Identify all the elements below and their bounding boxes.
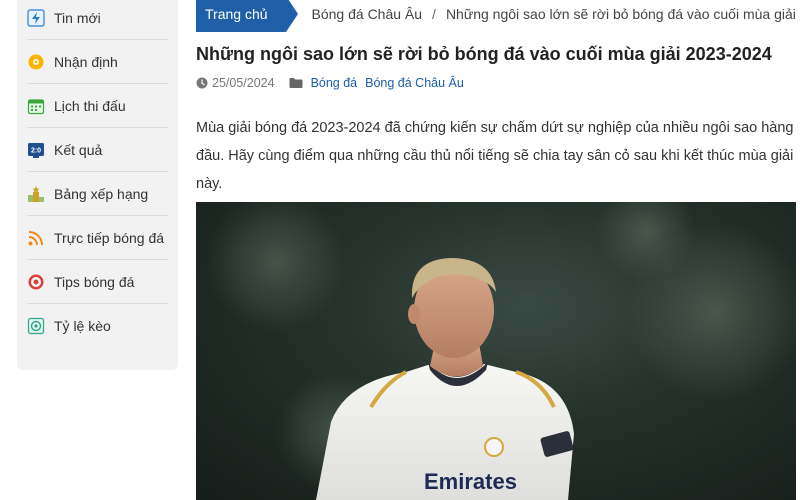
lightning-icon (27, 8, 45, 27)
sidebar-item-lich-thi-dau[interactable]: Lịch thi đấu (27, 84, 168, 128)
scoreboard-icon: 2:0 (27, 141, 45, 159)
sidebar-item-tin-moi[interactable]: Tin mới (27, 0, 168, 40)
article-meta: 25/05/2024 Bóng đá Bóng đá Châu Âu (196, 76, 472, 90)
sidebar-item-label: Kết quả (54, 141, 103, 158)
player-illustration: Emirates (206, 202, 796, 500)
article-category-link[interactable]: Bóng đá (311, 76, 358, 90)
sidebar-item-label: Tips bóng đá (54, 273, 135, 290)
clock-icon (196, 77, 208, 89)
article-category-link[interactable]: Bóng đá Châu Âu (365, 76, 464, 90)
breadcrumb-current: Những ngôi sao lớn sẽ rời bỏ bóng đá vào… (445, 6, 800, 22)
breadcrumb: Trang chủ Bóng đá Châu Âu / Những ngôi s… (196, 0, 800, 32)
breadcrumb-category-link[interactable]: Bóng đá Châu Âu (312, 6, 423, 22)
shirt-sponsor-text: Emirates (424, 469, 517, 494)
sidebar-item-label: Nhận định (54, 53, 118, 70)
sidebar-item-label: Lịch thi đấu (54, 97, 126, 114)
rss-icon (27, 229, 45, 247)
folder-icon (289, 77, 303, 89)
sidebar-item-bang-xep-hang[interactable]: Bảng xếp hạng (27, 172, 168, 216)
soccer-ball-icon (27, 53, 45, 71)
odds-icon (27, 317, 45, 335)
sidebar-item-label: Tin mới (54, 9, 101, 26)
sidebar-item-label: Trực tiếp bóng đá (54, 229, 165, 246)
sidebar-item-label: Tỷ lệ kèo (54, 318, 111, 334)
sidebar-menu: Tin mới Nhận định Lịch thi đấu 2:0 Kết q… (17, 0, 178, 370)
podium-icon (27, 185, 45, 203)
sidebar-item-ket-qua[interactable]: 2:0 Kết quả (27, 128, 168, 172)
sidebar-item-tips[interactable]: Tips bóng đá (27, 260, 168, 304)
sidebar-item-truc-tiep[interactable]: Trực tiếp bóng đá (27, 216, 168, 260)
sidebar-item-label: Bảng xếp hạng (54, 185, 149, 202)
target-icon (27, 273, 45, 291)
article-hero-image: Emirates (196, 202, 796, 500)
article-summary: Mùa giải bóng đá 2023-2024 đã chứng kiến… (196, 120, 794, 192)
calendar-icon (27, 97, 45, 115)
sidebar-item-ty-le-keo[interactable]: Tỷ lệ kèo (27, 304, 168, 348)
svg-text:2:0: 2:0 (31, 147, 41, 154)
breadcrumb-separator: / (432, 6, 436, 22)
article-title: Những ngôi sao lớn sẽ rời bỏ bóng đá vào… (196, 44, 772, 64)
article-date: 25/05/2024 (212, 76, 275, 90)
sidebar-item-nhan-dinh[interactable]: Nhận định (27, 40, 168, 84)
breadcrumb-home-link[interactable]: Trang chủ (196, 0, 297, 32)
